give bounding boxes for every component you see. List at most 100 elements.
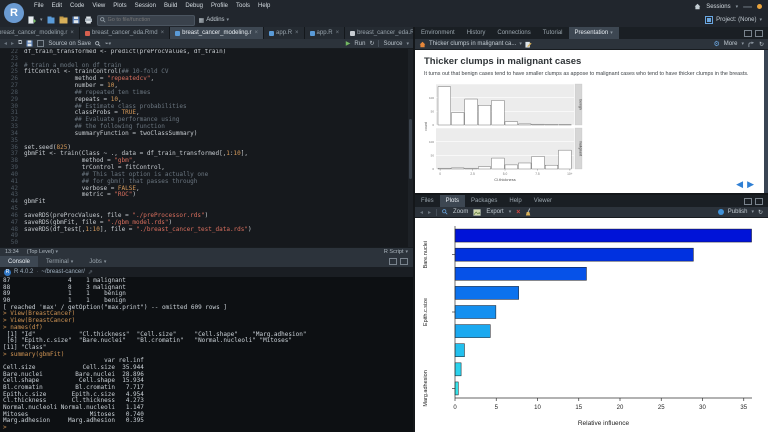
search-icon[interactable] (95, 39, 101, 49)
console-tab-jobs[interactable]: Jobs▾ (81, 256, 114, 267)
tab-plots[interactable]: Plots (440, 195, 465, 207)
tab-environment[interactable]: Environment (415, 27, 461, 39)
rerun-icon[interactable]: ↻ (369, 40, 374, 47)
scope-selector[interactable]: (Top Level) ▾ (27, 249, 58, 255)
save-icon[interactable] (72, 15, 80, 25)
close-tab-icon[interactable]: × (70, 30, 74, 36)
refresh-icon[interactable]: ↻ (758, 209, 763, 216)
tab-history[interactable]: History (461, 27, 492, 39)
r-file-icon (269, 31, 274, 36)
previous-slide-icon[interactable]: ◀ (736, 179, 747, 189)
publish-button[interactable]: Publish (728, 209, 748, 215)
zoom-button[interactable]: Zoom (453, 209, 468, 215)
menu-session[interactable]: Session (131, 0, 160, 13)
svg-text:Relative influence: Relative influence (578, 420, 630, 427)
forward-icon[interactable]: ▸ (11, 40, 14, 47)
save-icon[interactable] (26, 39, 33, 49)
source-on-save-checkbox[interactable] (37, 40, 44, 47)
export-button[interactable]: Export (486, 209, 503, 215)
print-icon[interactable] (84, 15, 93, 25)
addins-button[interactable]: ▦ Addins ▾ (199, 17, 230, 24)
remove-plot-icon[interactable]: × (516, 209, 520, 216)
tab-packages[interactable]: Packages (465, 195, 503, 207)
home-icon[interactable] (419, 39, 426, 49)
menu-file[interactable]: File (30, 0, 48, 13)
menu-profile[interactable]: Profile (207, 0, 232, 13)
console-line: [6] "Epith.c.size" "Bare.nuclei" "Bl.cro… (3, 338, 413, 345)
r-logo-icon: R (4, 269, 11, 276)
close-tab-icon[interactable]: × (336, 30, 340, 36)
back-icon[interactable]: ◂ (4, 40, 7, 47)
console-tab-console[interactable]: Console (0, 256, 38, 267)
source-tab-app.R[interactable]: app.R× (264, 27, 305, 39)
new-project-icon[interactable] (47, 15, 55, 25)
menu-view[interactable]: View (88, 0, 109, 13)
maximize-pane-icon[interactable] (755, 198, 763, 205)
sessions-button[interactable]: Sessions (706, 4, 730, 10)
run-icon: ▶ (346, 40, 351, 47)
minimize-pane-icon[interactable] (744, 198, 752, 205)
refresh-icon[interactable]: ↻ (759, 41, 764, 48)
chevron-down-icon[interactable]: ▾ (509, 209, 512, 215)
code-editor[interactable]: 22df_train_transformed <- predict(prePro… (0, 49, 413, 247)
edit-icon[interactable] (525, 39, 532, 49)
source-button[interactable]: Source (383, 41, 402, 47)
chevron-down-icon[interactable]: ▾ (406, 41, 409, 47)
menu-build[interactable]: Build (160, 0, 181, 13)
popout-icon[interactable]: ⧉ (18, 40, 22, 47)
close-tab-icon[interactable]: × (161, 30, 165, 36)
open-folder-icon[interactable] (59, 15, 68, 25)
maximize-pane-icon[interactable] (755, 30, 763, 37)
source-tab-breast_cancer_modeling.r[interactable]: breast_cancer_modeling.r× (170, 27, 264, 39)
goto-file-box[interactable] (97, 15, 195, 26)
source-tab-app.R[interactable]: app.R× (305, 27, 346, 39)
next-slide-icon[interactable]: ▶ (747, 179, 758, 189)
code-tools-icon[interactable]: ⌁▾ (105, 40, 111, 47)
chevron-down-icon: ▾ (759, 17, 762, 23)
svg-text:20: 20 (617, 405, 624, 411)
clear-plots-broom-icon[interactable] (525, 207, 532, 217)
close-tab-icon[interactable]: × (255, 30, 259, 36)
goto-file-input[interactable] (108, 17, 188, 23)
menu-code[interactable]: Code (66, 0, 88, 13)
minimize-pane-icon[interactable] (389, 258, 397, 265)
console-tab-terminal[interactable]: Terminal▾ (38, 256, 81, 267)
new-file-icon[interactable] (28, 15, 36, 25)
svg-text:50: 50 (431, 110, 435, 114)
console-output[interactable]: 87 4 1 malignant88 8 3 malignant89 1 1 b… (0, 277, 413, 432)
tab-viewer[interactable]: Viewer (528, 195, 558, 207)
source-tab-breast_cancer_eda.Rpres[interactable]: breast_cancer_eda.Rpres× (345, 27, 413, 39)
editor-statusbar: 13:34 (Top Level) ▾ R Script ▾ (0, 247, 413, 256)
tab-presentation[interactable]: Presentation▾ (569, 27, 619, 39)
previous-plot-icon[interactable]: ◂ (420, 209, 423, 216)
open-directory-icon[interactable]: ⇗ (88, 269, 93, 276)
menu-help[interactable]: Help (254, 0, 274, 13)
chevron-down-icon: ▾ (519, 41, 522, 47)
source-tab-breast_cancer_eda.Rmd[interactable]: breast_cancer_eda.Rmd× (80, 27, 170, 39)
project-menu[interactable]: Project: (None) (716, 17, 756, 23)
minimize-pane-icon[interactable] (744, 30, 752, 37)
next-plot-icon[interactable]: ▸ (428, 209, 431, 216)
menu-edit[interactable]: Edit (48, 0, 66, 13)
close-tab-icon[interactable]: × (295, 30, 299, 36)
tab-tutorial[interactable]: Tutorial (537, 27, 569, 39)
more-menu[interactable]: More (724, 41, 738, 47)
source-tab-breast_cancer_modeling.r[interactable]: breast_cancer_modeling.r× (0, 27, 80, 39)
chevron-down-icon[interactable]: ▾ (40, 17, 43, 23)
tab-files[interactable]: Files (415, 195, 440, 207)
maximize-pane-icon[interactable] (400, 258, 408, 265)
home-icon[interactable] (694, 2, 701, 12)
menu-plots[interactable]: Plots (109, 0, 130, 13)
share-icon[interactable] (748, 39, 755, 49)
menu-tools[interactable]: Tools (232, 0, 254, 13)
editor-scrollbar[interactable] (408, 49, 413, 247)
menu-debug[interactable]: Debug (181, 0, 207, 13)
svg-text:100: 100 (429, 140, 434, 144)
tab-help[interactable]: Help (503, 195, 527, 207)
tab-connections[interactable]: Connections (491, 27, 536, 39)
presentation-scrollbar[interactable] (764, 50, 768, 193)
file-type-selector[interactable]: R Script (384, 249, 404, 255)
source-and-console-column: breast_cancer_modeling.r×breast_cancer_e… (0, 27, 413, 432)
slide-navigation-menu[interactable]: Thicker clumps in malignant ca... (429, 41, 516, 47)
run-button[interactable]: Run (354, 41, 365, 47)
